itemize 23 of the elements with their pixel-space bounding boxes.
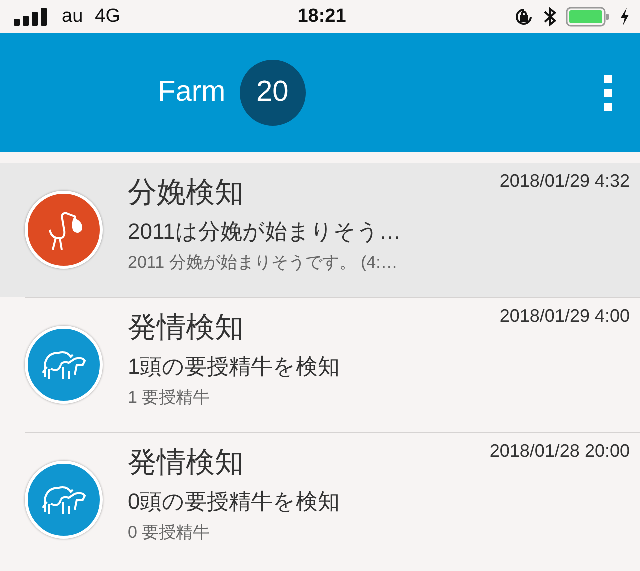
notification-date: 2018/01/28 20:00	[490, 441, 630, 462]
battery-icon	[566, 6, 610, 26]
notification-detail: 1 要授精牛	[128, 387, 212, 409]
notification-summary: 0頭の要授精牛を検知	[128, 488, 342, 516]
notification-title: 発情検知	[128, 446, 244, 481]
count-badge: 20	[240, 60, 306, 126]
signal-icon	[14, 8, 50, 26]
notification-detail: 0 要授精牛	[128, 522, 212, 544]
clock-time: 18:21	[298, 6, 346, 28]
notification-detail: 2011 分娩が始まりそうです。 (4:…	[128, 252, 399, 274]
bluetooth-icon	[544, 6, 556, 26]
carrier-label: au	[62, 6, 84, 28]
charging-icon	[620, 8, 630, 26]
notification-summary: 1頭の要授精牛を検知	[128, 353, 342, 381]
notification-date: 2018/01/29 4:32	[500, 171, 630, 192]
notification-title: 発情検知	[128, 311, 244, 346]
notification-summary: 2011は分娩が始まりそう…	[128, 218, 402, 246]
network-label: 4G	[95, 6, 120, 28]
app-title: Farm	[158, 76, 226, 109]
rotation-lock-icon	[514, 6, 534, 26]
notification-date: 2018/01/29 4:00	[500, 306, 630, 327]
notification-title: 分娩検知	[128, 176, 244, 211]
notification-item[interactable]: 分娩検知 2018/01/29 4:32 2011は分娩が始まりそう… 2011 分娩が始まりそうです。 (4:…	[0, 163, 640, 297]
